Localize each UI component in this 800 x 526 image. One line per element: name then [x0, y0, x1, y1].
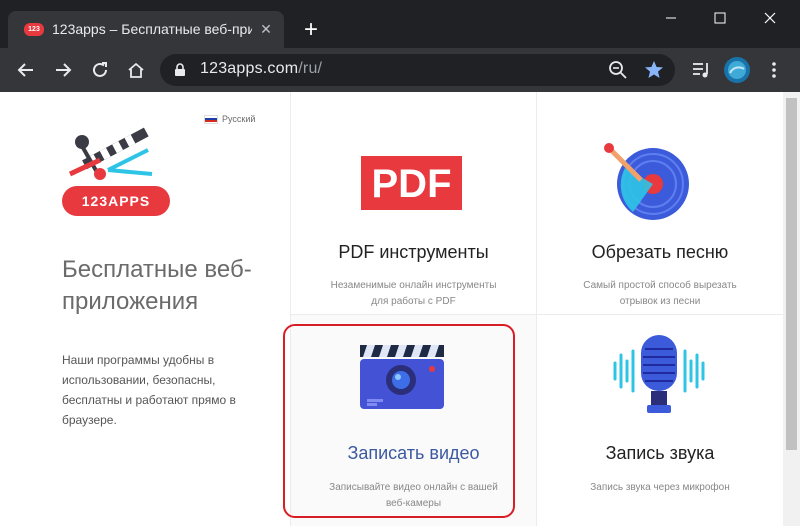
- card-title: Запись звука: [605, 443, 715, 463]
- home-icon: [128, 62, 144, 78]
- menu-button[interactable]: [758, 54, 790, 86]
- reload-icon: [93, 62, 107, 77]
- reload-button[interactable]: [84, 54, 116, 86]
- tab-close-icon[interactable]: ✕: [257, 20, 275, 38]
- pdf-icon: PDF: [361, 156, 462, 210]
- scrollbar-thumb[interactable]: [786, 98, 797, 450]
- profile-avatar-button[interactable]: [721, 54, 753, 86]
- home-button[interactable]: [120, 54, 152, 86]
- card-title: PDF инструменты: [338, 242, 489, 262]
- card-description-line: Самый простой способ вырезать: [583, 280, 737, 291]
- card-description-line: для работы с PDF: [371, 296, 456, 307]
- zoom-icon[interactable]: [608, 60, 628, 80]
- url-host: 123apps.com: [200, 60, 299, 77]
- minimize-icon: [666, 17, 676, 19]
- vinyl-record-icon: [604, 143, 689, 220]
- tab-strip: 123 123apps – Бесплатные веб-прил ✕ +: [0, 0, 800, 48]
- browser-window: 123 123apps – Бесплатные веб-прил ✕ + 12…: [0, 0, 800, 526]
- logo[interactable]: 123APPS: [60, 126, 172, 218]
- more-vert-icon: [772, 62, 776, 78]
- card-description-line: отрывок из песни: [619, 296, 701, 307]
- maximize-icon: [714, 12, 726, 24]
- card-description: Незаменимые онлайн инструменты для работ…: [291, 278, 536, 310]
- arrow-left-icon: [17, 63, 33, 77]
- media-control-button[interactable]: [686, 54, 718, 86]
- lock-icon: [175, 63, 185, 76]
- tab-favicon-icon: 123: [24, 23, 44, 36]
- browser-toolbar: 123apps.com/ru/: [0, 48, 800, 92]
- playlist-icon: [693, 63, 708, 78]
- forward-button[interactable]: [47, 54, 79, 86]
- hero-description: Наши программы удобны в использовании, б…: [62, 353, 236, 427]
- card-description: Самый простой способ вырезать отрывок из…: [537, 278, 783, 310]
- web-page: Русский 123APPS Бесплатные веб-приложени…: [0, 92, 800, 526]
- tab-title: 123apps – Бесплатные веб-прил: [52, 21, 252, 37]
- card-title: Обрезать песню: [591, 242, 729, 262]
- card-description-line: Запись звука через микрофон: [590, 482, 730, 493]
- card-voice-recorder[interactable]: Запись звука Запись звука через микрофон: [537, 315, 783, 526]
- highlight-outline: [283, 324, 515, 518]
- close-icon: [764, 12, 776, 24]
- logo-illustration-icon: [68, 127, 153, 180]
- avatar-icon: [724, 57, 750, 83]
- url-path: /ru/: [298, 60, 323, 77]
- back-button[interactable]: [10, 54, 42, 86]
- russia-flag-icon: [204, 114, 218, 124]
- browser-tab[interactable]: 123 123apps – Бесплатные веб-прил ✕: [8, 11, 284, 48]
- new-tab-button[interactable]: +: [296, 16, 326, 44]
- pdf-icon-text: PDF: [372, 162, 452, 206]
- close-window-button[interactable]: [747, 4, 793, 32]
- left-panel: Русский 123APPS Бесплатные веб-приложени…: [0, 92, 290, 526]
- language-selector[interactable]: Русский: [204, 114, 255, 124]
- microphone-icon: [613, 335, 705, 413]
- maximize-button[interactable]: [697, 4, 743, 32]
- logo-text: 123APPS: [62, 186, 170, 216]
- card-pdf-tools[interactable]: PDF PDF инструменты Незаменимые онлайн и…: [291, 92, 536, 314]
- card-audio-cutter[interactable]: Обрезать песню Самый простой способ выре…: [537, 92, 783, 314]
- address-bar[interactable]: 123apps.com/ru/: [160, 54, 675, 86]
- card-description-line: Незаменимые онлайн инструменты: [330, 280, 497, 291]
- bookmark-star-icon[interactable]: [644, 60, 664, 80]
- vertical-scrollbar[interactable]: [783, 92, 800, 526]
- minimize-button[interactable]: [648, 4, 694, 32]
- card-description: Запись звука через микрофон: [537, 480, 783, 496]
- url-text: 123apps.com/ru/: [200, 60, 322, 78]
- hero-title: Бесплатные веб-приложения: [62, 256, 252, 315]
- language-label: Русский: [222, 114, 256, 124]
- arrow-right-icon: [56, 63, 72, 77]
